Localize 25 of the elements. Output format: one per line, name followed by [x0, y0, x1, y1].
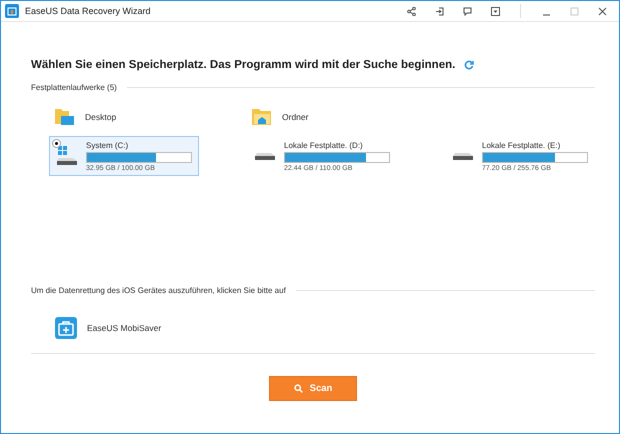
section-label: Festplattenlaufwerke (5) [31, 83, 117, 92]
share-icon[interactable] [406, 6, 416, 16]
drive-name: Lokale Festplatte. (E:) [482, 140, 562, 150]
hard-drive-icon [254, 152, 276, 160]
search-icon [294, 384, 303, 393]
section-label: Um die Datenrettung des iOS Gerätes auszuführen, klicken Sie bitte auf [31, 286, 286, 295]
sign-in-icon[interactable] [434, 6, 444, 16]
close-icon[interactable] [598, 6, 606, 16]
feedback-icon[interactable] [462, 6, 472, 16]
app-logo-icon [5, 4, 19, 18]
location-name[interactable]: Desktop [85, 112, 116, 122]
refresh-icon[interactable] [464, 60, 474, 70]
drive-name: System (C:) [86, 140, 130, 150]
hard-drive-icon [452, 152, 474, 160]
heading-text: Wählen Sie einen Speicherplatz. Das Programm wird mit der Suche beginnen. [31, 59, 456, 71]
radio-dot [52, 139, 61, 148]
window-title: EaseUS Data Recovery Wizard [25, 6, 152, 16]
desktop-folder-icon [55, 108, 75, 126]
app-name[interactable]: EaseUS MobiSaver [87, 323, 162, 333]
dropdown-menu-icon[interactable] [490, 6, 500, 16]
toolbox-icon [55, 317, 77, 339]
system-drive-icon [56, 145, 78, 167]
location-name[interactable]: Ordner [282, 112, 308, 122]
drive-name: Lokale Festplatte. (D:) [284, 140, 364, 150]
folder-icon [252, 108, 272, 126]
